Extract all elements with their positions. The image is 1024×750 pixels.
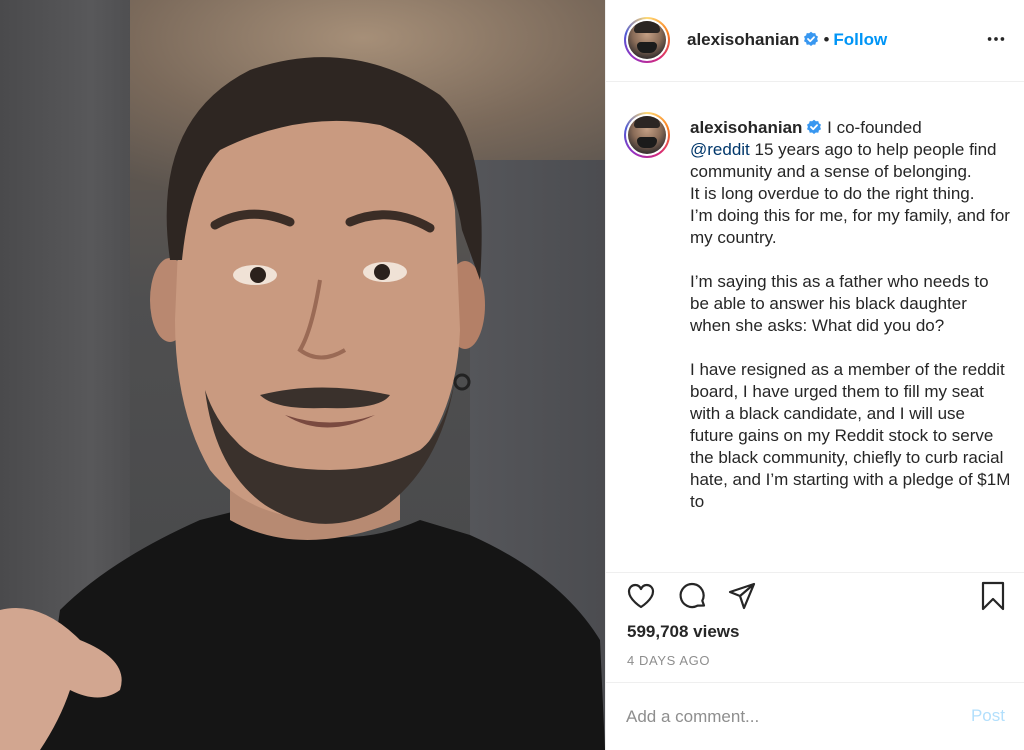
caption-area: alexisohanian I co-founded @reddit 15 ye… — [606, 82, 1024, 572]
comment-bar: Post — [606, 682, 1024, 750]
bookmark-icon[interactable] — [977, 580, 1009, 612]
share-icon[interactable] — [726, 580, 758, 612]
header-separator: • — [823, 30, 830, 49]
avatar-photo — [628, 21, 666, 59]
verified-badge-icon — [804, 31, 819, 46]
caption-avatar[interactable] — [624, 112, 670, 158]
comment-icon[interactable] — [677, 580, 709, 612]
post-header: alexisohanian • Follow — [606, 0, 1024, 82]
avatar-photo — [628, 116, 666, 154]
mention-link[interactable]: @reddit — [690, 140, 750, 159]
more-options-icon[interactable] — [985, 28, 1007, 50]
header-user-line: alexisohanian • Follow — [687, 30, 887, 50]
view-count[interactable]: 599,708 views — [627, 622, 739, 642]
caption-text-1: I co-founded — [822, 118, 922, 137]
caption-username[interactable]: alexisohanian — [690, 118, 802, 137]
comment-input[interactable] — [626, 705, 946, 729]
caption-text-3: It is long overdue to do the right thing… — [690, 184, 975, 203]
post-video[interactable] — [0, 0, 605, 750]
caption-text: alexisohanian I co-founded @reddit 15 ye… — [690, 117, 1012, 513]
caption-text-4: I’m doing this for me, for my family, an… — [690, 206, 1010, 247]
post-sidebar: alexisohanian • Follow alexisohanian I co-… — [605, 0, 1024, 750]
caption-paragraph-1: alexisohanian I co-founded @reddit 15 ye… — [690, 117, 1012, 249]
person-illustration — [0, 57, 605, 750]
post-timestamp[interactable]: 4 DAYS AGO — [627, 653, 710, 668]
caption-paragraph-2: I’m saying this as a father who needs to… — [690, 272, 989, 335]
caption-paragraph-3: I have resigned as a member of the reddi… — [690, 360, 1011, 511]
header-username[interactable]: alexisohanian — [687, 30, 799, 49]
avatar[interactable] — [624, 17, 670, 63]
post-comment-button[interactable]: Post — [971, 706, 1005, 726]
heart-icon[interactable] — [625, 580, 657, 612]
follow-button[interactable]: Follow — [833, 30, 887, 49]
verified-badge-icon — [807, 119, 822, 134]
